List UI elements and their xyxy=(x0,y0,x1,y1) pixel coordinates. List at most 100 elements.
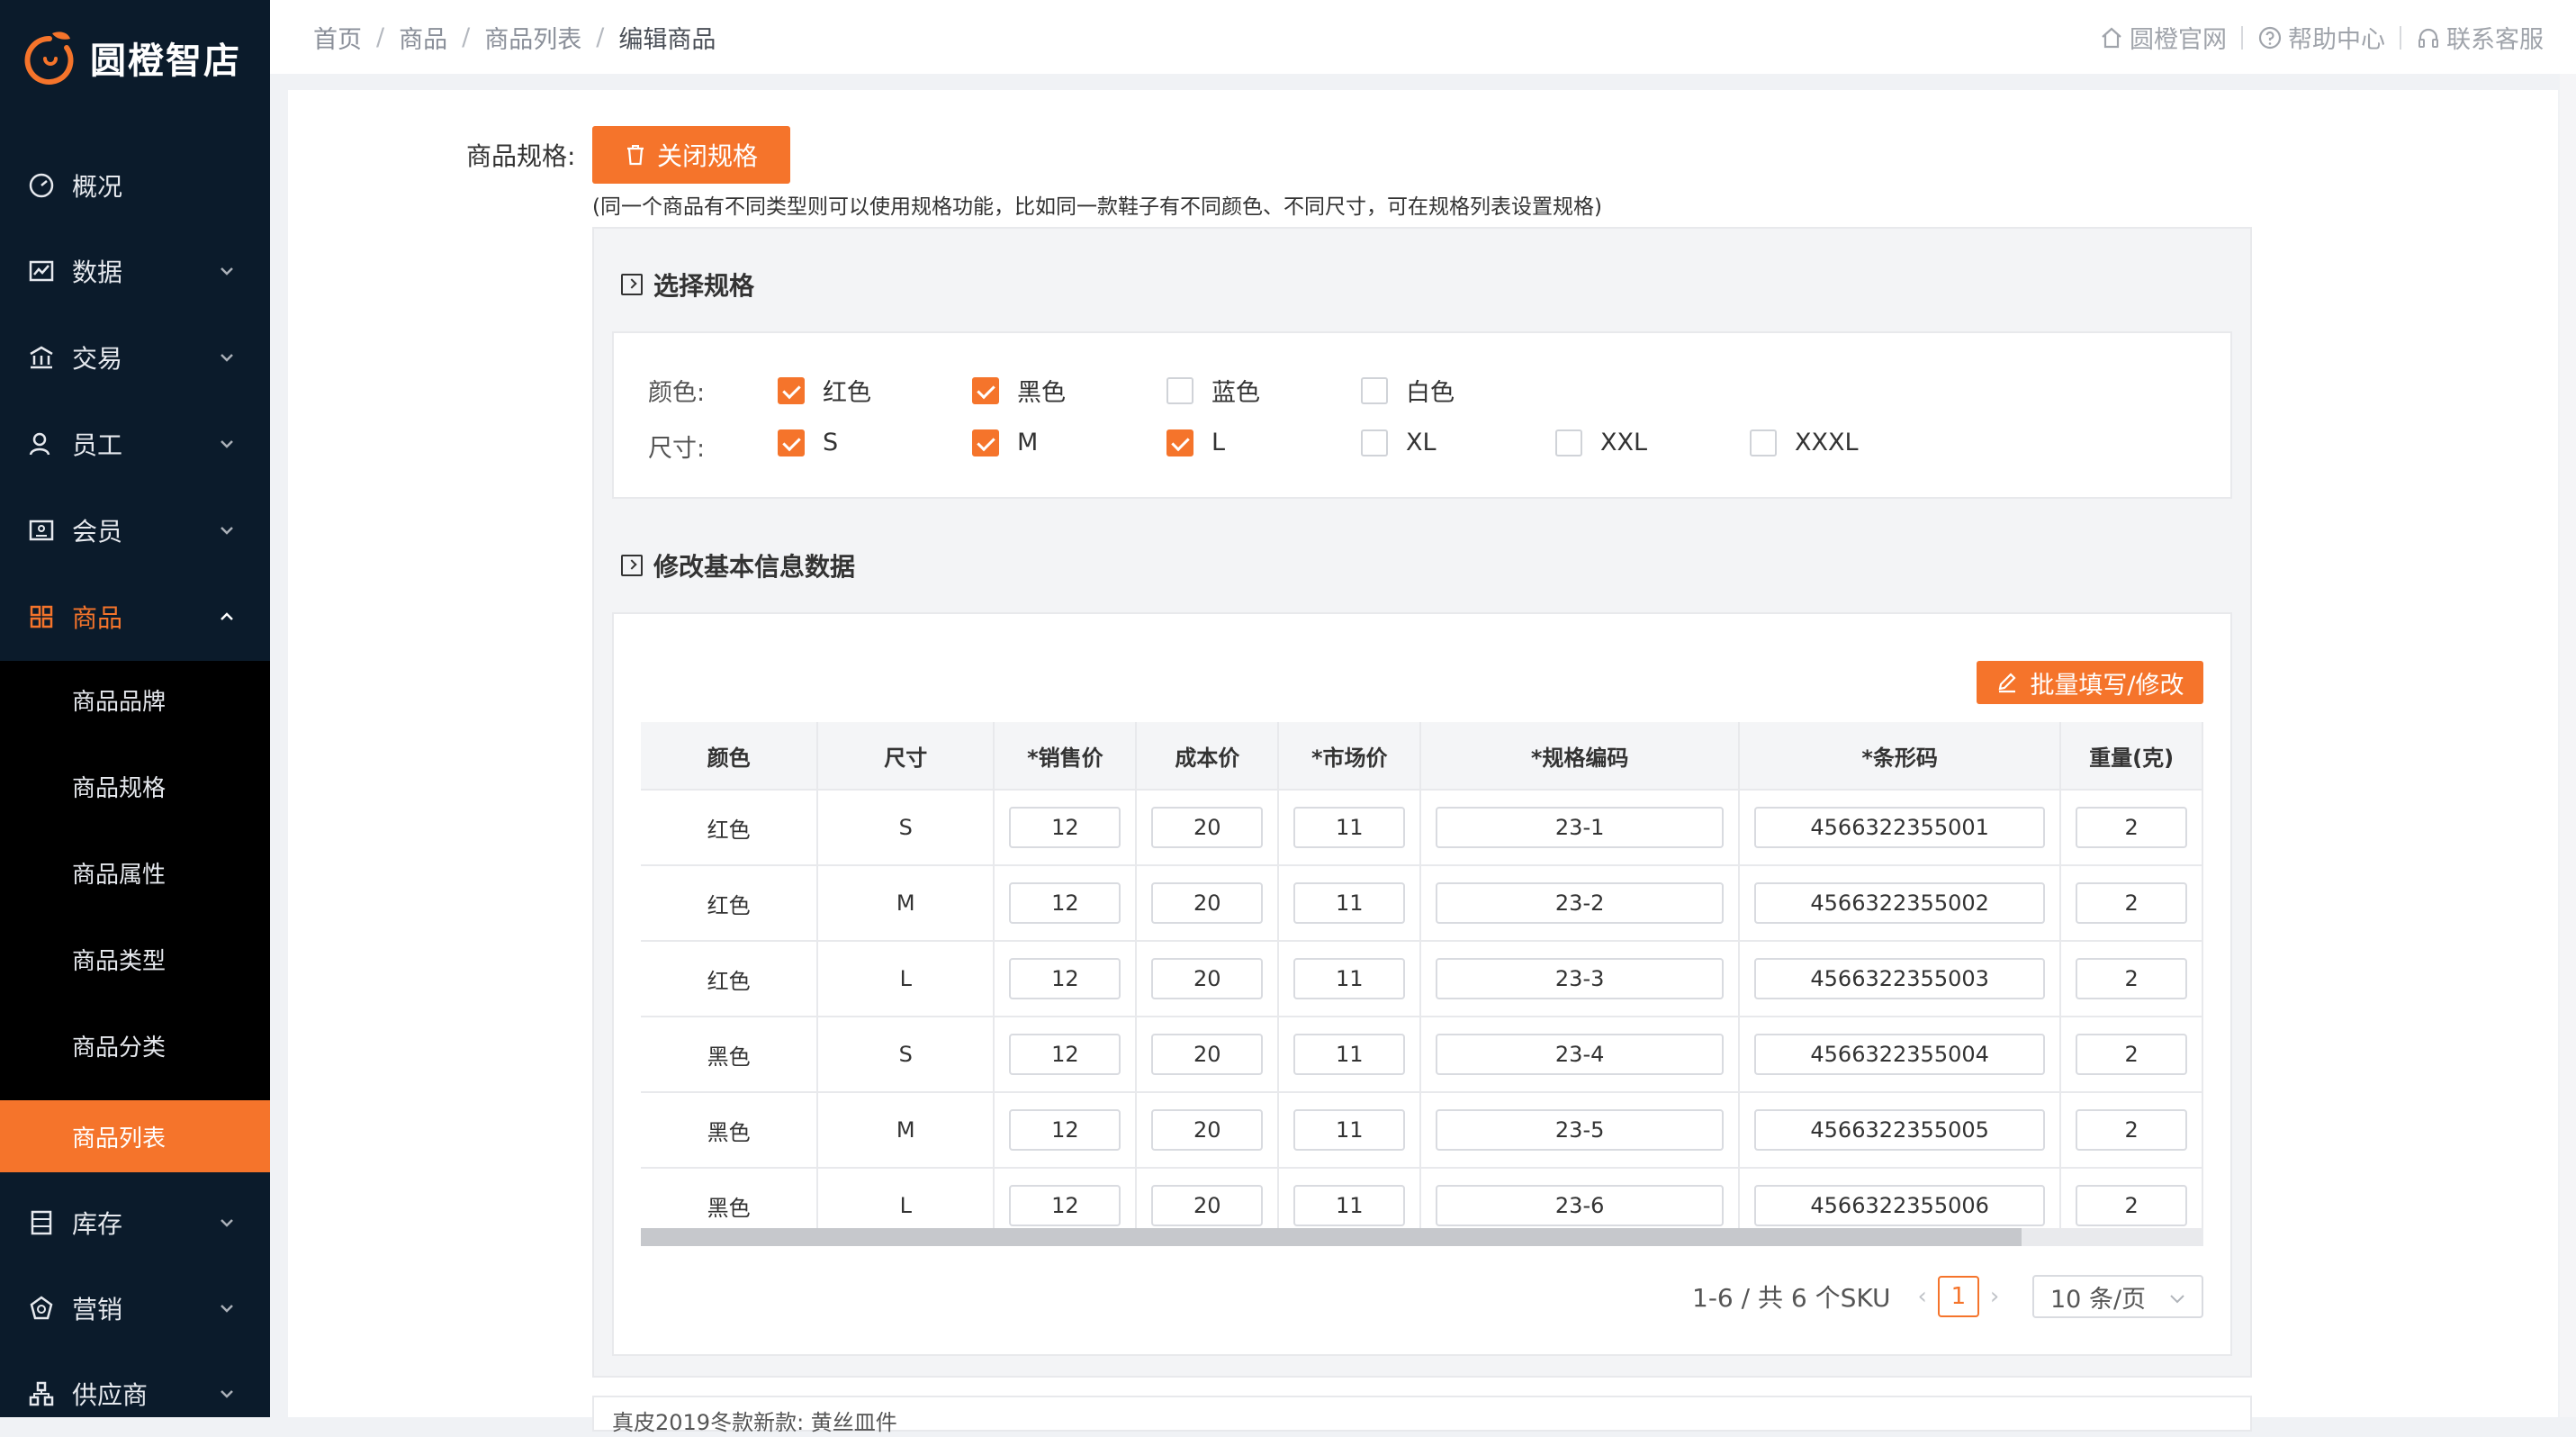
breadcrumb-goods-list[interactable]: 商品列表 xyxy=(484,20,581,55)
sidebar-item-supplier[interactable]: 供应商 xyxy=(0,1351,270,1437)
spec-code-input[interactable]: 23-1 xyxy=(1436,807,1725,848)
market-price-input[interactable]: 11 xyxy=(1293,1109,1406,1151)
sidebar-item-label: 员工 xyxy=(72,430,123,460)
sale-price-input[interactable]: 12 xyxy=(1009,1034,1121,1075)
size-checkbox-xxl[interactable]: XXL xyxy=(1555,429,1647,456)
sidebar: 圆橙智店 概况 数据 交易 员工 会员 商品 商品品牌 商品规格 商品属性 商品… xyxy=(0,0,270,1417)
sale-price-input[interactable]: 12 xyxy=(1009,958,1121,999)
weight-input[interactable]: 2 xyxy=(2076,807,2187,848)
cell-size: L xyxy=(817,941,995,1017)
cost-price-input[interactable]: 20 xyxy=(1151,882,1264,924)
market-price-input[interactable]: 11 xyxy=(1293,882,1406,924)
sidebar-item-overview[interactable]: 概况 xyxy=(0,142,270,229)
sale-price-input[interactable]: 12 xyxy=(1009,882,1121,924)
sidebar-item-staff[interactable]: 员工 xyxy=(0,401,270,487)
barcode-input[interactable]: 4566322355004 xyxy=(1754,1034,2046,1075)
size-label: 尺寸: xyxy=(648,435,706,463)
sidebar-subitem-category[interactable]: 商品分类 xyxy=(0,1007,270,1084)
spec-code-input[interactable]: 23-5 xyxy=(1436,1109,1725,1151)
sidebar-item-data[interactable]: 数据 xyxy=(0,228,270,314)
cost-price-input[interactable]: 20 xyxy=(1151,958,1264,999)
user-icon xyxy=(25,428,58,460)
color-checkbox-white[interactable]: 白色 xyxy=(1361,373,1455,408)
customer-service-link[interactable]: 联系客服 xyxy=(2416,20,2544,55)
bank-icon xyxy=(25,341,58,374)
official-site-link[interactable]: 圆橙官网 xyxy=(2099,20,2227,55)
orange-logo-icon xyxy=(20,28,79,87)
color-checkbox-red[interactable]: 红色 xyxy=(778,373,871,408)
sale-price-input[interactable]: 12 xyxy=(1009,1185,1121,1226)
size-checkbox-l[interactable]: L xyxy=(1166,429,1225,456)
barcode-input[interactable]: 4566322355001 xyxy=(1754,807,2046,848)
weight-input[interactable]: 2 xyxy=(2076,1185,2187,1226)
sidebar-subitem-type[interactable]: 商品类型 xyxy=(0,920,270,998)
pagination: 1-6 / 共 6 个SKU ‹ 1 › xyxy=(1692,1275,2010,1318)
supplier-icon xyxy=(25,1378,58,1410)
breadcrumb-goods[interactable]: 商品 xyxy=(399,20,447,55)
sidebar-item-member[interactable]: 会员 xyxy=(0,487,270,574)
select-spec-title-text: 选择规格 xyxy=(653,271,755,301)
sidebar-subitem-spec[interactable]: 商品规格 xyxy=(0,747,270,825)
weight-input[interactable]: 2 xyxy=(2076,882,2187,924)
barcode-input[interactable]: 4566322355002 xyxy=(1754,882,2046,924)
sidebar-subitem-brand[interactable]: 商品品牌 xyxy=(0,661,270,738)
table-row: 红色 S 12 20 11 23-1 4566322355001 2 xyxy=(641,790,2203,866)
table-horizontal-scrollbar[interactable] xyxy=(641,1228,2203,1246)
chevron-down-icon xyxy=(221,1305,233,1313)
cost-price-input[interactable]: 20 xyxy=(1151,1185,1264,1226)
cost-price-input[interactable]: 20 xyxy=(1151,807,1264,848)
weight-input[interactable]: 2 xyxy=(2076,1109,2187,1151)
barcode-input[interactable]: 4566322355006 xyxy=(1754,1185,2046,1226)
barcode-input[interactable]: 4566322355005 xyxy=(1754,1109,2046,1151)
color-checkbox-black[interactable]: 黑色 xyxy=(972,373,1066,408)
sale-price-input[interactable]: 12 xyxy=(1009,807,1121,848)
chevron-up-icon xyxy=(221,612,233,620)
market-price-input[interactable]: 11 xyxy=(1293,1185,1406,1226)
cost-price-input[interactable]: 20 xyxy=(1151,1109,1264,1151)
barcode-input[interactable]: 4566322355003 xyxy=(1754,958,2046,999)
column-header-barcode: *条形码 xyxy=(1739,722,2062,791)
sidebar-item-marketing[interactable]: 营销 xyxy=(0,1265,270,1351)
weight-input[interactable]: 2 xyxy=(2076,1034,2187,1075)
brand-logo[interactable]: 圆橙智店 xyxy=(20,23,241,92)
market-price-input[interactable]: 11 xyxy=(1293,807,1406,848)
spec-code-input[interactable]: 23-6 xyxy=(1436,1185,1725,1226)
page-scrollbar[interactable] xyxy=(2560,74,2576,1417)
next-page-icon[interactable]: › xyxy=(1990,1283,1999,1310)
sidebar-item-trade[interactable]: 交易 xyxy=(0,314,270,401)
spec-code-input[interactable]: 23-2 xyxy=(1436,882,1725,924)
cost-price-input[interactable]: 20 xyxy=(1151,1034,1264,1075)
checkbox-unchecked-icon xyxy=(1750,429,1777,456)
spec-field-label: 商品规格: xyxy=(466,141,576,171)
sale-price-input[interactable]: 12 xyxy=(1009,1109,1121,1151)
size-checkbox-xxxl[interactable]: XXXL xyxy=(1750,429,1859,456)
size-checkbox-m[interactable]: M xyxy=(972,429,1038,456)
market-price-input[interactable]: 11 xyxy=(1293,958,1406,999)
size-checkbox-xl[interactable]: XL xyxy=(1361,429,1437,456)
spec-code-input[interactable]: 23-4 xyxy=(1436,1034,1725,1075)
sidebar-subitem-attribute[interactable]: 商品属性 xyxy=(0,834,270,911)
spec-code-input[interactable]: 23-3 xyxy=(1436,958,1725,999)
color-checkbox-blue[interactable]: 蓝色 xyxy=(1166,373,1260,408)
collapse-icon[interactable] xyxy=(621,555,643,576)
size-checkbox-s[interactable]: S xyxy=(778,429,838,456)
color-option-label: 黑色 xyxy=(1017,379,1066,407)
page-number-current[interactable]: 1 xyxy=(1937,1276,1979,1317)
page-size-select[interactable]: 10 条/页 xyxy=(2032,1275,2203,1318)
close-spec-button[interactable]: 关闭规格 xyxy=(592,126,790,184)
scrollbar-thumb[interactable] xyxy=(641,1228,2022,1246)
breadcrumb-separator: / xyxy=(462,23,471,51)
header-links: 圆橙官网 帮助中心 联系客服 xyxy=(2099,20,2544,55)
collapse-icon[interactable] xyxy=(621,274,643,295)
help-center-link[interactable]: 帮助中心 xyxy=(2257,20,2385,55)
sidebar-item-inventory[interactable]: 库存 xyxy=(0,1179,270,1266)
batch-edit-button[interactable]: 批量填写/修改 xyxy=(1977,661,2203,704)
sidebar-item-goods[interactable]: 商品 xyxy=(0,574,270,660)
sidebar-subitem-goods-list[interactable]: 商品列表 xyxy=(0,1100,270,1172)
breadcrumb-home[interactable]: 首页 xyxy=(313,20,362,55)
edit-info-title-text: 修改基本信息数据 xyxy=(653,552,856,582)
market-price-input[interactable]: 11 xyxy=(1293,1034,1406,1075)
weight-input[interactable]: 2 xyxy=(2076,958,2187,999)
brand-name: 圆橙智店 xyxy=(90,41,241,82)
prev-page-icon[interactable]: ‹ xyxy=(1917,1283,1926,1310)
